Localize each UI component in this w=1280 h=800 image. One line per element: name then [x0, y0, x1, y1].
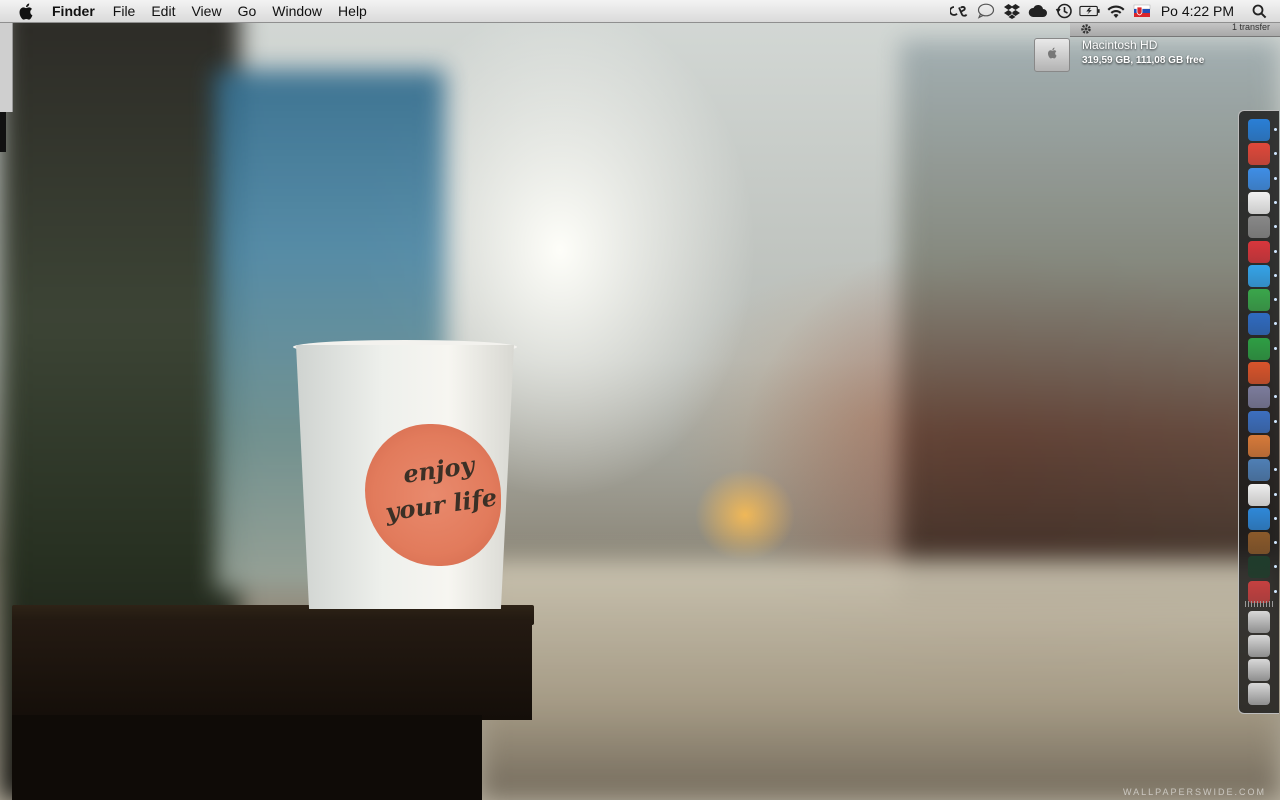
lastfm-app-icon[interactable]	[1248, 240, 1270, 263]
dropbox-icon[interactable]	[1001, 0, 1023, 22]
running-indicator	[1274, 395, 1277, 399]
transfer-status-bar[interactable]: 1 transfer	[1070, 22, 1280, 37]
running-indicator	[1274, 298, 1277, 302]
powerpoint-icon[interactable]	[1248, 362, 1270, 384]
running-indicator	[1274, 419, 1277, 423]
drive-name[interactable]: Macintosh HD	[1082, 38, 1157, 52]
safari-icon[interactable]	[1248, 507, 1270, 530]
flag-icon[interactable]	[1131, 0, 1153, 22]
running-indicator	[1274, 322, 1277, 326]
running-indicator	[1274, 225, 1277, 229]
preview-icon[interactable]	[1248, 459, 1270, 482]
lastfm-icon[interactable]	[949, 0, 971, 22]
desktop-drive-macintosh-hd[interactable]: Macintosh HD 319,59 GB, 111,08 GB free	[1030, 38, 1270, 78]
running-indicator	[1274, 565, 1277, 569]
downloads-folder-icon[interactable]	[1248, 659, 1270, 681]
ledge-front	[12, 620, 532, 720]
running-indicator	[1274, 516, 1277, 520]
drive-apple-logo-icon	[1048, 47, 1057, 59]
calendar-icon[interactable]	[1248, 191, 1270, 214]
menu-bar: Finder File Edit View Go Window Help Po …	[0, 0, 1280, 23]
menu-view[interactable]: View	[191, 0, 221, 22]
running-indicator	[1274, 152, 1277, 156]
spotlight-search-icon[interactable]	[1248, 0, 1270, 22]
send-arrow-icon[interactable]	[1248, 167, 1270, 190]
dock-separator	[1245, 601, 1273, 607]
wifi-icon[interactable]	[1105, 0, 1127, 22]
cloud-icon[interactable]	[1027, 0, 1049, 22]
running-indicator	[1274, 273, 1277, 277]
menu-app-finder[interactable]: Finder	[52, 0, 95, 22]
trash-icon[interactable]	[1248, 683, 1270, 705]
blurred-street	[480, 560, 1280, 800]
menu-window[interactable]: Window	[272, 0, 322, 22]
gear-icon[interactable]	[1080, 23, 1092, 35]
running-indicator	[1274, 128, 1277, 131]
left-drawer-handle[interactable]	[0, 22, 13, 112]
running-indicator	[1274, 492, 1277, 496]
adium-icon[interactable]	[1248, 289, 1270, 312]
time-machine-icon[interactable]	[1053, 0, 1075, 22]
pen-tool-icon[interactable]	[1248, 386, 1270, 409]
apple-menu-icon[interactable]	[18, 0, 38, 22]
word-icon[interactable]	[1248, 313, 1270, 336]
twitter-icon[interactable]	[1248, 264, 1270, 287]
finder-icon[interactable]	[1248, 119, 1270, 141]
books-icon[interactable]	[1248, 532, 1270, 555]
ledge-post	[12, 715, 482, 800]
activity-monitor-icon[interactable]	[1248, 556, 1270, 579]
running-indicator	[1274, 200, 1277, 204]
blurred-building-right	[900, 40, 1280, 600]
transfer-count: 1 transfer	[1231, 22, 1270, 32]
running-indicator	[1274, 176, 1277, 180]
chat-bubble-icon[interactable]	[975, 0, 997, 22]
menu-help[interactable]: Help	[338, 0, 367, 22]
running-indicator	[1274, 589, 1277, 593]
hard-drive-icon[interactable]	[1034, 38, 1070, 72]
scanner-icon[interactable]	[1248, 434, 1270, 457]
headphones-icon[interactable]	[1248, 216, 1270, 239]
wallpaper-watermark: WALLPAPERSWIDE.COM	[1122, 787, 1266, 797]
documents-folder-icon[interactable]	[1248, 635, 1270, 657]
running-indicator	[1274, 541, 1277, 545]
dictionary-icon[interactable]	[1248, 580, 1270, 603]
drive-capacity: 319,59 GB, 111,08 GB free	[1082, 55, 1205, 66]
excel-icon[interactable]	[1248, 337, 1270, 360]
textedit-icon[interactable]	[1248, 483, 1270, 506]
menu-clock[interactable]: Po 4:22 PM	[1161, 3, 1234, 19]
running-indicator	[1274, 346, 1277, 350]
menu-extras: Po 4:22 PM	[945, 0, 1280, 22]
menu-go[interactable]: Go	[238, 0, 257, 22]
chart-app-icon[interactable]	[1248, 410, 1270, 433]
menu-edit[interactable]: Edit	[151, 0, 175, 22]
menu-file[interactable]: File	[113, 0, 136, 22]
running-indicator	[1274, 249, 1277, 253]
applications-folder-icon[interactable]	[1248, 611, 1270, 633]
desktop-wallpaper: enjoy your life WALLPAPERSWIDE.COM	[0, 0, 1280, 800]
left-drawer-tab[interactable]	[0, 112, 6, 152]
battery-icon[interactable]	[1079, 0, 1101, 22]
running-indicator	[1274, 468, 1277, 472]
chrome-icon[interactable]	[1248, 143, 1270, 166]
dock	[1238, 110, 1279, 714]
